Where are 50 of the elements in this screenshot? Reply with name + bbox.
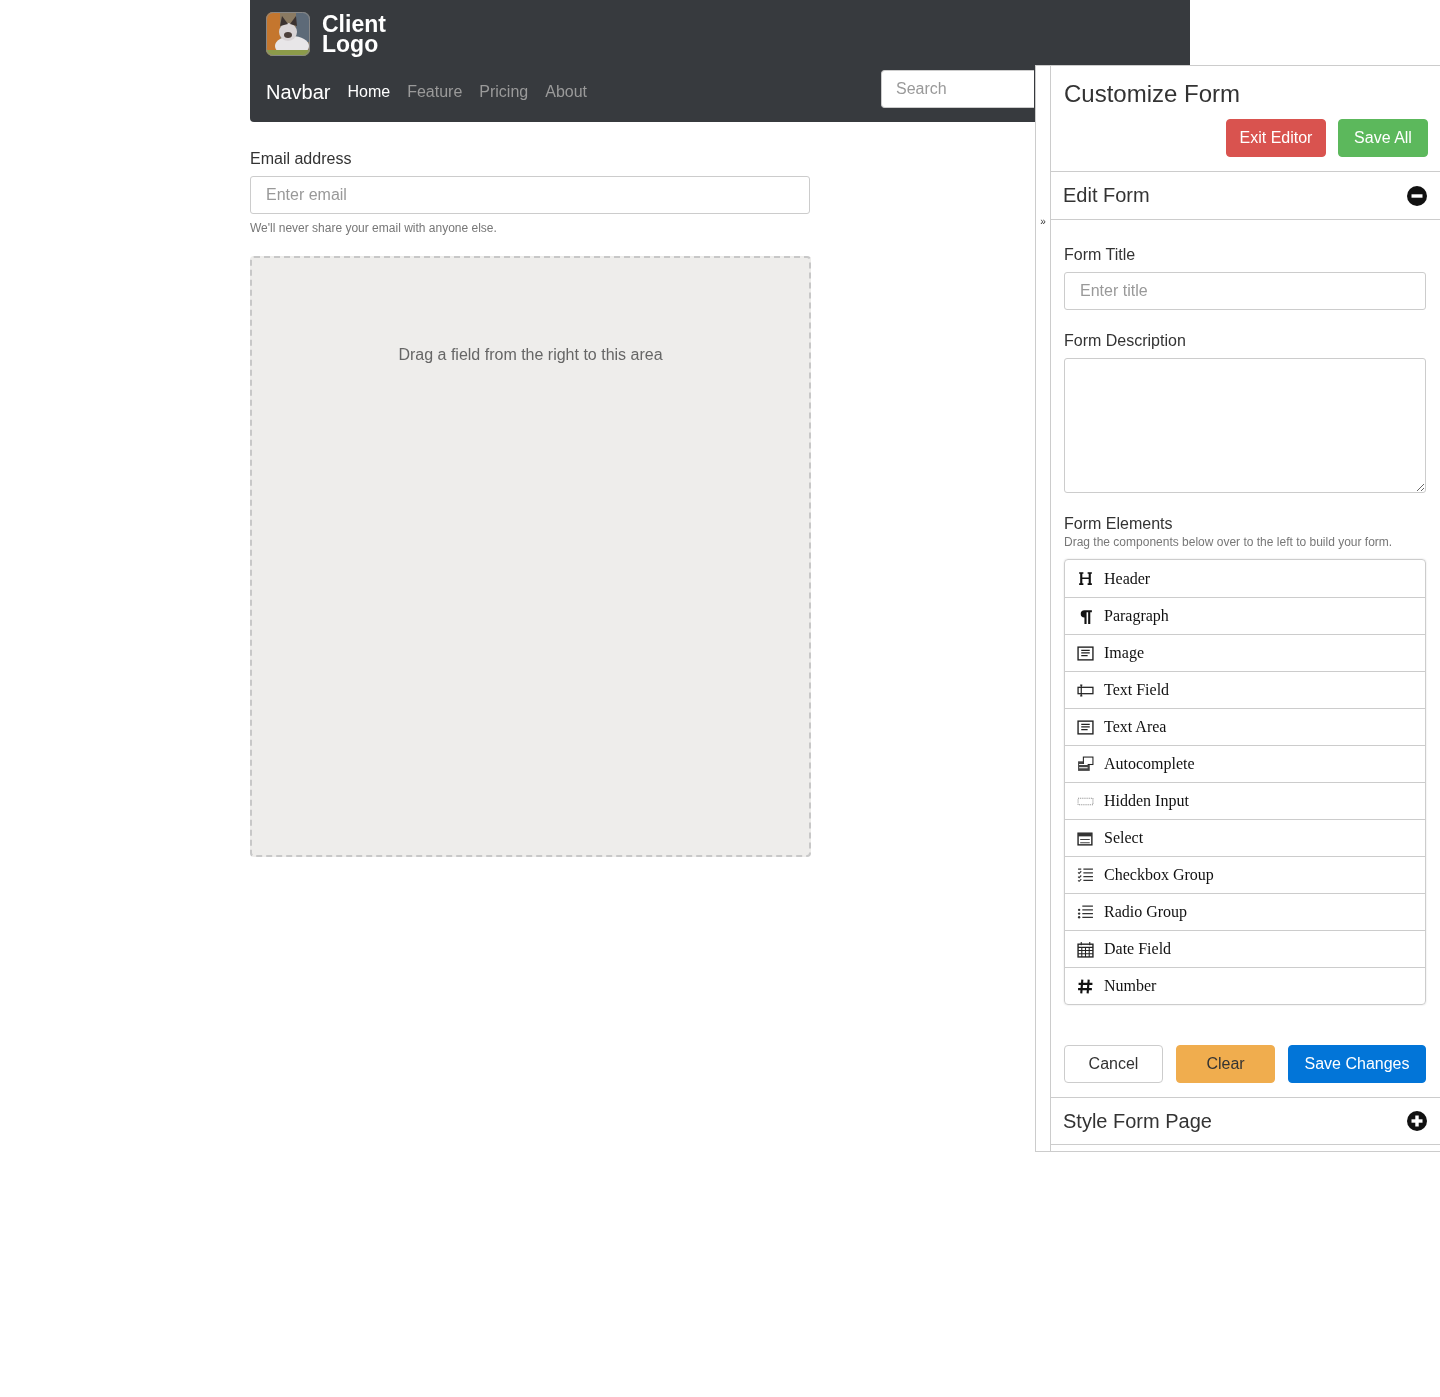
description-field[interactable]: [1064, 358, 1426, 493]
title-field[interactable]: Enter title: [1064, 272, 1426, 310]
panel-button[interactable]: Exit Editor: [1226, 119, 1326, 157]
navbar-brand[interactable]: Navbar: [266, 80, 331, 104]
list-icon: [1077, 903, 1094, 921]
action-button[interactable]: Cancel: [1064, 1045, 1163, 1083]
collapse-icon[interactable]: [1407, 185, 1427, 206]
checklist-icon: [1077, 866, 1094, 884]
element-item[interactable]: Radio Group: [1065, 893, 1425, 930]
element-item[interactable]: Paragraph: [1065, 597, 1425, 634]
section-title: Edit Form: [1063, 184, 1150, 207]
drop-area[interactable]: Drag a field from the right to this area: [250, 256, 811, 857]
expand-icon[interactable]: [1407, 1111, 1427, 1131]
field-label: Email address: [250, 150, 353, 168]
element-item[interactable]: Header: [1065, 560, 1425, 597]
document-icon: [1077, 718, 1094, 736]
document-icon: [1077, 644, 1094, 662]
element-item[interactable]: Number: [1065, 967, 1425, 1004]
element-item[interactable]: Select: [1065, 819, 1425, 856]
section-header[interactable]: Style Form Page: [1051, 1097, 1440, 1145]
heading-icon: [1077, 570, 1094, 587]
element-item[interactable]: Text Area: [1065, 708, 1425, 745]
nav-link[interactable]: Feature: [407, 83, 463, 101]
element-item[interactable]: Text Field: [1065, 671, 1425, 708]
action-button[interactable]: Save Changes: [1288, 1045, 1426, 1083]
nav-link[interactable]: Home: [347, 83, 391, 101]
element-item[interactable]: Image: [1065, 634, 1425, 671]
element-item[interactable]: Checkbox Group: [1065, 856, 1425, 893]
calendar-icon: [1077, 940, 1094, 958]
hash-icon: [1077, 977, 1094, 995]
help-text: Drag the components below over to the left to build your form.: [1064, 535, 1394, 549]
field-label: Form Description: [1064, 332, 1187, 350]
panel-title: Customize Form: [1064, 80, 1242, 108]
element-item[interactable]: Date Field: [1065, 930, 1425, 967]
drop-hint: Drag a field from the right to this area: [398, 346, 663, 363]
element-item[interactable]: Autocomplete: [1065, 745, 1425, 782]
nav-link[interactable]: Pricing: [479, 83, 529, 101]
search-field[interactable]: Search: [881, 70, 1034, 108]
email-field[interactable]: Enter email: [250, 176, 810, 214]
field-label: Form Elements: [1064, 515, 1174, 533]
dropdown-icon: [1077, 829, 1094, 847]
nav-link[interactable]: About: [545, 83, 588, 101]
collapse-toggle[interactable]: »: [1040, 216, 1046, 227]
section-header[interactable]: Edit Form: [1051, 172, 1440, 220]
element-item[interactable]: Hidden Input: [1065, 782, 1425, 819]
field-label: Form Title: [1064, 246, 1137, 264]
form-icon: [1077, 755, 1094, 773]
section-title: Style Form Page: [1063, 1109, 1212, 1133]
action-button[interactable]: Clear: [1176, 1045, 1275, 1083]
help-text: We'll never share your email with anyone else.: [250, 221, 498, 235]
